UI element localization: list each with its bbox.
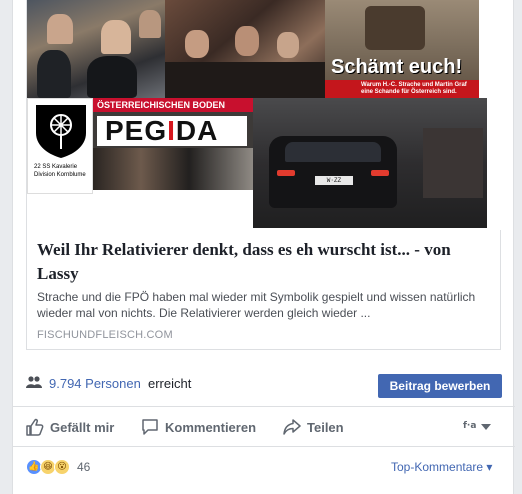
link-domain: FISCHUNDFLEISCH.COM (37, 329, 173, 341)
photo-pegida-banner: ÖSTERREICHISCHEN BODEN PEGIDA (93, 98, 253, 190)
like-button[interactable]: Gefällt mir (26, 407, 114, 447)
car-plate: W·ZZ (315, 176, 353, 185)
reaction-settings-menu[interactable]: f·a (463, 407, 497, 447)
reaction-icons[interactable]: 👍 😆 😮 (26, 459, 70, 475)
pegida-sign: PEGIDA (97, 116, 247, 146)
page-background-left (0, 0, 12, 494)
schaemt-subtext: Warum H.-C. Strache und Martin Graf eine… (361, 82, 467, 95)
banner-text: ÖSTERREICHISCHEN BODEN (93, 98, 253, 112)
emblem-shield-icon (36, 105, 86, 158)
emblem-tile: 22 SS Kavalerie Division Kornblume (27, 98, 93, 194)
page-background-right (514, 0, 522, 494)
schaemt-headline: Schämt euch! (331, 56, 463, 78)
reaction-count[interactable]: 46 (77, 460, 90, 474)
reach-label: erreicht (148, 376, 192, 391)
share-button[interactable]: Teilen (283, 407, 344, 447)
share-label: Teilen (307, 419, 344, 435)
photo-salute-crowd (165, 0, 325, 98)
comment-icon (142, 419, 158, 435)
post-card: Schämt euch! Warum H.-C. Strache und Mar… (12, 0, 515, 494)
like-label: Gefällt mir (50, 419, 115, 435)
link-description: Strache und die FPÖ haben mal wieder mit… (37, 290, 476, 320)
action-bar: Gefällt mir Kommentieren Teilen f·a (13, 407, 515, 447)
comment-label: Kommentieren (165, 419, 257, 435)
boost-post-button[interactable]: Beitrag bewerben (378, 374, 502, 398)
share-arrow-icon (283, 419, 301, 435)
photo-crowd-rally (27, 0, 165, 98)
reaction-summary-bar: 👍 😆 😮 46 Top-Kommentare ▾ (13, 447, 515, 487)
reach-count[interactable]: 9.794 Personen (49, 376, 141, 391)
reach-bar: 9.794 Personen erreicht Beitrag bewerben (13, 362, 515, 407)
link-preview-image[interactable]: Schämt euch! Warum H.-C. Strache und Mar… (27, 0, 502, 230)
top-comments-dropdown[interactable]: Top-Kommentare ▾ (391, 460, 492, 474)
comment-button[interactable]: Kommentieren (141, 407, 256, 447)
car-shape: W·ZZ (269, 136, 397, 208)
chevron-down-icon (481, 424, 491, 430)
emblem-caption: 22 SS Kavalerie Division Kornblume (34, 164, 86, 178)
wow-reaction-icon: 😮 (54, 459, 70, 475)
thumbs-up-icon (26, 418, 44, 436)
pegida-crowd (93, 148, 253, 190)
photo-schaemt-euch-cover: Schämt euch! Warum H.-C. Strache und Mar… (325, 0, 479, 98)
photo-black-car: W·ZZ (253, 98, 487, 228)
link-title[interactable]: Weil Ihr Relativierer denkt, dass es eh … (37, 238, 492, 286)
people-icon (26, 376, 42, 388)
page-avatar-icon: f·a (463, 421, 477, 431)
link-preview[interactable]: Schämt euch! Warum H.-C. Strache und Mar… (26, 0, 502, 350)
